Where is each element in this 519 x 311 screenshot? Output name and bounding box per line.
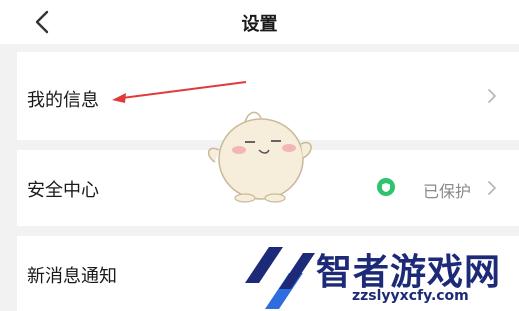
status-text: 已保护 bbox=[422, 182, 471, 201]
row-label: 安全中心 bbox=[27, 180, 99, 201]
mascot-illustration bbox=[207, 111, 312, 203]
watermark-url: zzslyyxcfy.com bbox=[352, 288, 469, 304]
shield-check-icon bbox=[377, 178, 395, 196]
top-bar: 设置 bbox=[0, 0, 519, 44]
chevron-right-icon bbox=[488, 89, 496, 103]
row-label: 新消息通知 bbox=[27, 266, 117, 287]
page-title: 设置 bbox=[241, 14, 278, 35]
row-label: 我的信息 bbox=[27, 90, 99, 111]
chevron-right-icon bbox=[488, 181, 496, 195]
